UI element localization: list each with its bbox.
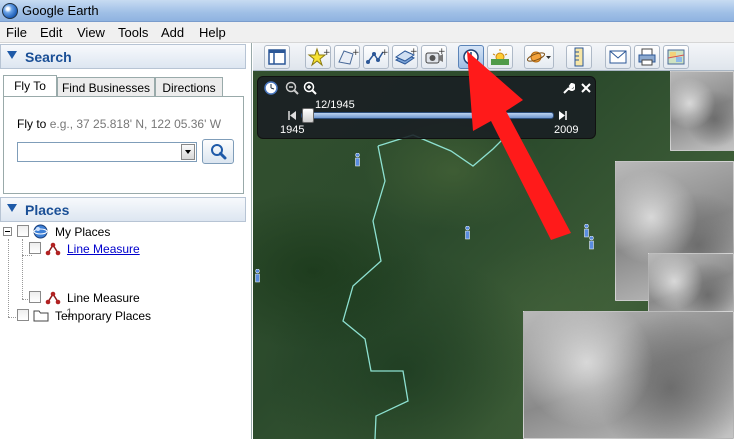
svg-text:+: + <box>381 48 388 58</box>
search-header-label: Search <box>25 49 72 65</box>
tab-fly-to[interactable]: Fly To <box>3 75 57 97</box>
tab-fly-to-label: Fly To <box>14 79 46 93</box>
places-header-label: Places <box>25 202 70 218</box>
sidebar: Search Fly To Find Businesses Directions… <box>0 43 252 439</box>
svg-text:+: + <box>410 47 417 57</box>
title-bar: Google Earth <box>0 0 734 22</box>
current-date-label: 12/1945 <box>315 99 355 111</box>
search-panel-header[interactable]: Search <box>0 44 246 69</box>
tree-row-line-measure-2[interactable]: Line Measure <box>0 290 246 306</box>
annotation-arrow-icon <box>467 51 571 240</box>
tree-row-line-measure-1[interactable]: Line Measure <box>0 241 246 257</box>
search-icon <box>211 144 227 160</box>
tab-find-businesses[interactable]: Find Businesses <box>57 77 155 97</box>
clock-icon[interactable] <box>264 81 278 95</box>
menu-view[interactable]: View <box>77 25 105 40</box>
info-marker-icon[interactable] <box>253 269 262 283</box>
svg-text:+: + <box>438 47 446 57</box>
add-path-button[interactable]: + <box>363 45 389 69</box>
path-icon: + <box>366 48 389 64</box>
my-places-checkbox[interactable] <box>17 225 29 237</box>
svg-text:+: + <box>352 48 359 58</box>
add-placemark-button[interactable]: + <box>305 45 331 69</box>
line-measure-1-link[interactable]: Line Measure <box>67 242 140 256</box>
tab-directions[interactable]: Directions <box>155 77 223 97</box>
history-dropdown-button[interactable] <box>181 144 195 160</box>
google-earth-logo-icon <box>2 3 18 19</box>
menu-add[interactable]: Add <box>161 25 184 40</box>
placemark-icon: + <box>307 47 331 67</box>
places-panel-header[interactable]: Places <box>0 197 246 222</box>
email-icon <box>609 50 627 64</box>
svg-text:+: + <box>323 48 330 58</box>
polygon-icon: + <box>338 48 360 65</box>
temporary-places-checkbox[interactable] <box>17 309 29 321</box>
info-marker-icon[interactable] <box>353 153 362 167</box>
skip-to-start-icon[interactable] <box>286 110 298 121</box>
fly-to-prompt: Fly to e.g., 37 25.818' N, 122 05.36' W <box>17 117 221 131</box>
tree-row-my-places[interactable]: My Places <box>0 224 246 240</box>
menu-tools[interactable]: Tools <box>118 25 148 40</box>
line-measure-2-checkbox[interactable] <box>29 291 41 303</box>
line-measure-2-label: Line Measure <box>67 291 140 305</box>
print-button[interactable] <box>634 45 660 69</box>
menu-edit[interactable]: Edit <box>40 25 62 40</box>
info-marker-icon[interactable] <box>587 236 596 250</box>
globe-icon <box>33 224 48 239</box>
record-tour-button[interactable]: + <box>421 45 447 69</box>
zoom-in-icon[interactable] <box>303 81 317 95</box>
menu-bar: File Edit View Tools Add Help <box>0 22 734 43</box>
sidebar-toggle-icon <box>268 49 286 65</box>
window-title: Google Earth <box>22 3 99 18</box>
tab-directions-label: Directions <box>162 81 216 95</box>
view-in-maps-button[interactable] <box>663 45 689 69</box>
time-slider-thumb[interactable] <box>302 108 314 123</box>
my-places-label: My Places <box>55 225 111 239</box>
start-year-label: 1945 <box>280 124 305 136</box>
fly-to-input[interactable] <box>17 142 197 162</box>
search-button[interactable] <box>202 139 234 164</box>
path-icon <box>45 242 61 256</box>
record-tour-icon: + <box>425 47 446 64</box>
fly-to-hint: e.g., 37 25.818' N, 122 05.36' W <box>49 117 222 131</box>
path-icon <box>45 291 61 305</box>
collapse-expander-icon[interactable] <box>3 227 12 236</box>
image-overlay-icon: + <box>394 47 418 65</box>
line-measure-1-checkbox[interactable] <box>29 242 41 254</box>
zoom-out-icon[interactable] <box>285 81 299 95</box>
add-image-overlay-button[interactable]: + <box>392 45 418 69</box>
view-in-maps-icon <box>667 49 685 65</box>
fly-to-panel: Fly to e.g., 37 25.818' N, 122 05.36' W <box>3 96 244 194</box>
menu-file[interactable]: File <box>6 25 27 40</box>
temporary-places-label: Temporary Places <box>55 309 152 323</box>
add-polygon-button[interactable]: + <box>334 45 360 69</box>
tab-find-businesses-label: Find Businesses <box>61 81 151 95</box>
collapse-arrow-icon[interactable] <box>7 204 17 212</box>
sidebar-toggle-button[interactable] <box>264 45 290 69</box>
print-icon <box>638 48 656 66</box>
tree-row-temporary-places[interactable]: Temporary Places <box>0 308 246 324</box>
email-button[interactable] <box>605 45 631 69</box>
collapse-arrow-icon[interactable] <box>7 51 17 59</box>
menu-help[interactable]: Help <box>199 25 226 40</box>
folder-icon <box>33 310 49 322</box>
fly-to-label: Fly to <box>17 117 47 131</box>
